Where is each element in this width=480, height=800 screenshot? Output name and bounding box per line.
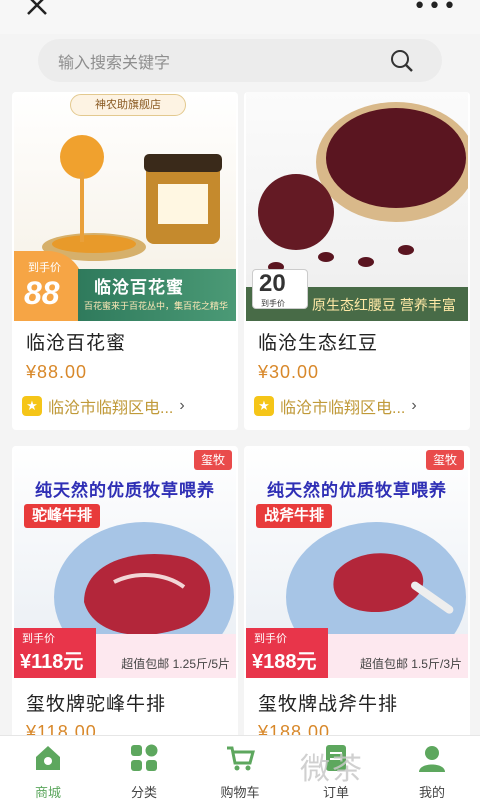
beans-illustration — [258, 102, 468, 272]
nav-home[interactable]: 商城 — [8, 742, 88, 800]
price-tag: 到手价 ¥188元 — [246, 628, 328, 678]
product-image[interactable]: 原生态红腰豆 营养丰富 20 到手价 — [246, 92, 468, 321]
shop-name: 临沧市临翔区电... — [48, 400, 174, 417]
watermark: 微茶 — [300, 753, 364, 786]
shop-link[interactable]: ★ 临沧市临翔区电... › — [254, 394, 417, 418]
price-tag: 到手价 88 — [14, 251, 84, 321]
bottom-nav: 商城 分类 购物车 订单 我的 — [0, 735, 480, 800]
cart-icon — [227, 746, 255, 771]
price-tag: 20 到手价 — [252, 269, 308, 309]
image-headline: 纯天然的优质牧草喂养 — [267, 481, 447, 500]
shop-link[interactable]: ★ 临沧市临翔区电... › — [22, 394, 185, 418]
product-image[interactable]: 神农助旗舰店 到手价 88 临沧百花蜜 百花蜜来于百花丛中，集百花之精华 — [14, 92, 236, 321]
category-icon — [131, 744, 158, 771]
steak-illustration — [333, 553, 454, 614]
more-icon[interactable]: ••• — [413, 0, 458, 19]
brand-badge: 神农助旗舰店 — [70, 94, 186, 116]
top-bar: ••• — [0, 0, 480, 34]
search-icon[interactable] — [390, 49, 414, 73]
star-icon: ★ — [254, 396, 274, 416]
search-input[interactable]: 输入搜索关键字 — [58, 49, 170, 73]
profile-icon — [419, 746, 445, 772]
shop-name: 临沧市临翔区电... — [280, 400, 406, 417]
product-card[interactable]: 神农助旗舰店 到手价 88 临沧百花蜜 百花蜜来于百花丛中，集百花之精华 临沧百… — [12, 92, 238, 430]
chevron-right-icon: › — [411, 397, 417, 414]
image-subtitle: 驼峰牛排 — [24, 504, 101, 528]
image-headline: 纯天然的优质牧草喂养 — [35, 481, 215, 500]
close-icon[interactable] — [24, 0, 50, 18]
price-tag: 到手价 ¥118元 — [14, 628, 96, 678]
product-card[interactable]: 玺牧 纯天然的优质牧草喂养 驼峰牛排 超值包邮 1.25斤/5片 到手价 ¥11… — [12, 446, 238, 746]
home-icon — [36, 746, 60, 770]
image-subtitle: 战斧牛排 — [256, 504, 333, 528]
product-price: ¥88.00 — [26, 362, 88, 382]
product-title[interactable]: 临沧生态红豆 — [258, 328, 378, 355]
product-title[interactable]: 玺牧牌战斧牛排 — [258, 689, 398, 716]
steak-illustration — [84, 554, 211, 635]
brand-badge: 玺牧 — [194, 450, 232, 470]
product-image[interactable]: 玺牧 纯天然的优质牧草喂养 驼峰牛排 超值包邮 1.25斤/5片 到手价 ¥11… — [14, 446, 236, 678]
product-card[interactable]: 玺牧 纯天然的优质牧草喂养 战斧牛排 超值包邮 1.5斤/3片 到手价 ¥188… — [244, 446, 470, 746]
product-image[interactable]: 玺牧 纯天然的优质牧草喂养 战斧牛排 超值包邮 1.5斤/3片 到手价 ¥188… — [246, 446, 468, 678]
search-bar[interactable]: 输入搜索关键字 — [38, 39, 442, 82]
brand-badge: 玺牧 — [426, 450, 464, 470]
product-title[interactable]: 玺牧牌驼峰牛排 — [26, 689, 166, 716]
product-price: ¥30.00 — [258, 362, 320, 382]
nav-category[interactable]: 分类 — [104, 742, 184, 800]
image-banner: 临沧百花蜜 百花蜜来于百花丛中，集百花之精华 — [78, 269, 236, 321]
product-card[interactable]: 原生态红腰豆 营养丰富 20 到手价 临沧生态红豆 ¥30.00 ★ 临沧市临翔… — [244, 92, 470, 430]
chevron-right-icon: › — [179, 397, 185, 414]
nav-cart[interactable]: 购物车 — [200, 742, 280, 800]
honey-jar-illustration — [42, 135, 222, 261]
star-icon: ★ — [22, 396, 42, 416]
nav-profile[interactable]: 我的 — [392, 742, 472, 800]
product-title[interactable]: 临沧百花蜜 — [26, 328, 126, 355]
